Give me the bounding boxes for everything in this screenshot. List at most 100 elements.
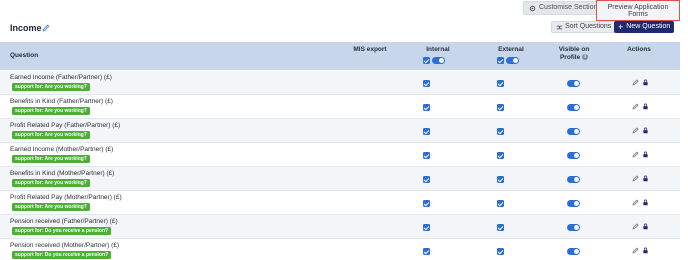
lock-icon[interactable] [642, 79, 649, 86]
internal-checkbox[interactable] [423, 152, 430, 159]
edit-pencil-icon[interactable] [632, 199, 639, 206]
edit-pencil-icon[interactable] [632, 175, 639, 182]
plus-icon: + [618, 22, 624, 32]
internal-checkbox[interactable] [423, 200, 430, 207]
new-question-button[interactable]: + New Question [614, 21, 675, 33]
table-row: Earned Income (Father/Partner) (£) suppor… [0, 71, 680, 95]
edit-pencil-icon[interactable] [632, 79, 639, 86]
visible-on-profile-toggle[interactable] [567, 128, 580, 135]
question-label: Profit Related Pay (Father/Partner) (£) [10, 122, 121, 129]
lock-icon[interactable] [642, 127, 649, 134]
row-actions [632, 79, 649, 86]
customise-sections-label: Customise Sections [539, 4, 601, 11]
support-tag-badge: support for: Are you working? [12, 83, 90, 91]
top-toolbar: Customise Sections Preview Application F… [0, 0, 688, 21]
internal-checkbox[interactable] [423, 248, 430, 255]
support-tag-badge: support for: Do you receive a pension? [12, 251, 112, 259]
table-row: Pension received (Mother/Partner) (£) sup… [0, 239, 680, 260]
edit-pencil-icon[interactable] [632, 247, 639, 254]
table-row: Benefits in Kind (Mother/Partner) (£) sup… [0, 167, 680, 191]
edit-pencil-icon[interactable] [632, 103, 639, 110]
edit-pencil-icon[interactable] [632, 151, 639, 158]
row-actions [632, 247, 649, 254]
support-tag-badge: support for: Do you receive a pension? [12, 227, 112, 235]
external-checkbox[interactable] [497, 200, 504, 207]
lock-icon[interactable] [642, 199, 649, 206]
external-all-toggle[interactable] [506, 57, 519, 64]
question-label: Profit Related Pay (Mother/Partner) (£) [10, 194, 122, 201]
visible-on-profile-toggle[interactable] [567, 248, 580, 255]
section-header: Income Sort Questions + New Question [0, 19, 688, 41]
edit-pencil-icon[interactable] [42, 24, 50, 32]
shuffle-icon [556, 25, 563, 29]
support-tag-badge: support for: Are you working? [12, 107, 90, 115]
table-header: Question MIS export Internal External Vi… [0, 42, 680, 70]
internal-select-all-checkbox[interactable] [423, 57, 430, 64]
internal-checkbox[interactable] [423, 176, 430, 183]
edit-pencil-icon[interactable] [632, 223, 639, 230]
row-actions [632, 127, 649, 134]
support-tag-badge: support for: Are you working? [12, 131, 90, 139]
question-label: Pension received (Father/Partner) (£) [10, 218, 118, 225]
internal-checkbox[interactable] [423, 128, 430, 135]
question-label: Benefits in Kind (Mother/Partner) (£) [10, 170, 115, 177]
external-header-label: External [498, 46, 524, 53]
edit-pencil-icon[interactable] [632, 127, 639, 134]
external-checkbox[interactable] [497, 128, 504, 135]
table-row: Profit Related Pay (Father/Partner) (£) s… [0, 119, 680, 143]
lock-icon[interactable] [642, 103, 649, 110]
question-label: Pension received (Mother/Partner) (£) [10, 242, 120, 249]
customise-sections-button[interactable]: Customise Sections [523, 1, 607, 15]
column-header-internal: Internal [420, 46, 456, 53]
row-actions [632, 199, 649, 206]
table-row: Earned Income (Mother/Partner) (£) suppor… [0, 143, 680, 167]
question-label: Benefits in Kind (Father/Partner) (£) [10, 98, 113, 105]
section-title: Income [10, 23, 42, 33]
internal-checkbox[interactable] [423, 104, 430, 111]
question-label: Earned Income (Father/Partner) (£) [10, 74, 112, 81]
visible-on-profile-toggle[interactable] [567, 200, 580, 207]
visible-on-profile-toggle[interactable] [567, 152, 580, 159]
external-select-all-checkbox[interactable] [497, 57, 504, 64]
sort-questions-button[interactable]: Sort Questions [551, 21, 617, 33]
internal-checkbox[interactable] [423, 224, 430, 231]
table-row: Benefits in Kind (Father/Partner) (£) sup… [0, 95, 680, 119]
visible-on-profile-toggle[interactable] [567, 176, 580, 183]
info-icon[interactable]: i [582, 54, 589, 61]
row-actions [632, 151, 649, 158]
lock-icon[interactable] [642, 151, 649, 158]
external-checkbox[interactable] [497, 80, 504, 87]
column-header-external: External [493, 46, 529, 53]
row-actions [632, 175, 649, 182]
internal-checkbox[interactable] [423, 80, 430, 87]
lock-icon[interactable] [642, 175, 649, 182]
preview-application-forms-button[interactable]: Preview Application Forms [596, 0, 680, 21]
new-question-label: New Question [626, 23, 671, 30]
external-checkbox[interactable] [497, 224, 504, 231]
table-row: Pension received (Father/Partner) (£) sup… [0, 215, 680, 239]
preview-application-forms-label: Preview Application Forms [607, 4, 669, 18]
row-actions [632, 103, 649, 110]
support-tag-badge: support for: Are you working? [12, 203, 90, 211]
lock-icon[interactable] [642, 223, 649, 230]
column-header-actions: Actions [627, 46, 651, 53]
question-label: Earned Income (Mother/Partner) (£) [10, 146, 114, 153]
external-checkbox[interactable] [497, 152, 504, 159]
external-checkbox[interactable] [497, 248, 504, 255]
external-checkbox[interactable] [497, 176, 504, 183]
column-header-question: Question [10, 52, 39, 59]
visible-on-profile-toggle[interactable] [567, 80, 580, 87]
gear-icon [529, 5, 536, 11]
internal-header-label: Internal [426, 46, 450, 53]
row-actions [632, 223, 649, 230]
internal-header-controls [423, 57, 445, 64]
internal-all-toggle[interactable] [432, 57, 445, 64]
external-checkbox[interactable] [497, 104, 504, 111]
support-tag-badge: support for: Are you working? [12, 179, 90, 187]
lock-icon[interactable] [642, 247, 649, 254]
support-tag-badge: support for: Are you working? [12, 155, 90, 163]
visible-on-profile-toggle[interactable] [567, 224, 580, 231]
column-header-mis-export: MIS export [353, 46, 387, 53]
column-header-visible-on-profile: Visible on Profile i [552, 46, 596, 62]
visible-on-profile-toggle[interactable] [567, 104, 580, 111]
